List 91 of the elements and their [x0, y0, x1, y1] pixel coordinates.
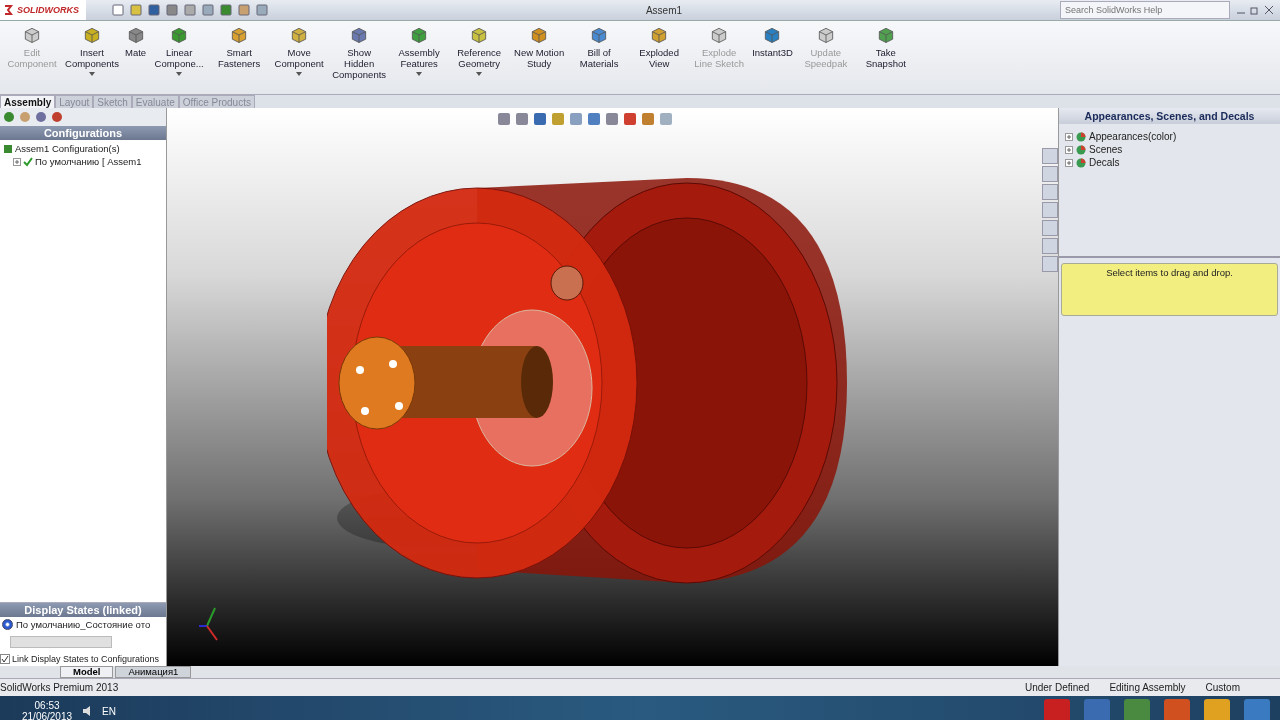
status-text: Editing Assembly	[1109, 682, 1186, 693]
viewport[interactable]	[167, 108, 1058, 666]
toolbar-icon[interactable]	[130, 4, 142, 16]
toolbar-icon[interactable]	[112, 4, 124, 16]
ribbon-button[interactable]: New Motion Study	[509, 25, 570, 69]
status-text: Under Defined	[1024, 682, 1090, 693]
tab[interactable]: Assembly	[0, 95, 56, 108]
search-field[interactable]: Search SolidWorks Help	[1060, 1, 1230, 19]
tree-item[interactable]: Decals	[1089, 156, 1120, 169]
caret-icon[interactable]	[416, 72, 423, 76]
tab[interactable]: Model	[60, 666, 114, 678]
cube-icon	[22, 25, 42, 45]
app-logo: SOLIDWORKS	[17, 5, 79, 15]
view-tool-icon[interactable]	[587, 112, 601, 126]
view-tool-icon[interactable]	[623, 112, 637, 126]
view-tool-icon[interactable]	[551, 112, 565, 126]
language-indicator[interactable]: EN	[102, 705, 116, 717]
close-icon[interactable]	[1264, 5, 1274, 15]
caret-icon[interactable]	[176, 72, 183, 76]
panel-title: Configurations	[0, 126, 166, 140]
task-pane-tab[interactable]	[1042, 166, 1058, 182]
ribbon-button[interactable]: Show Hidden Components	[329, 25, 390, 80]
ribbon-button[interactable]: Exploded View	[629, 25, 690, 69]
clock-date: 21/06/2013	[22, 711, 73, 720]
task-pane-tab[interactable]	[1042, 220, 1058, 236]
expand-icon[interactable]	[13, 157, 21, 166]
toolbar-icon[interactable]	[148, 4, 160, 16]
display-state-item[interactable]: По умолчанию_Состояние ото	[16, 619, 151, 630]
checkbox[interactable]	[0, 654, 10, 664]
status-text: SolidWorks Premium 2013	[0, 682, 120, 693]
ribbon-button[interactable]: Instant3D	[749, 25, 796, 58]
scrollbar[interactable]	[10, 636, 112, 648]
panel-title: Display States (linked)	[0, 603, 166, 617]
cube-icon	[82, 25, 102, 45]
caret-icon[interactable]	[89, 72, 95, 76]
task-pane-tab[interactable]	[1042, 184, 1058, 200]
globe-icon	[1076, 131, 1086, 142]
toolbar-icon[interactable]	[238, 4, 250, 16]
tree-item[interactable]: Scenes	[1089, 143, 1123, 156]
speaker-icon[interactable]	[82, 705, 93, 717]
view-tool-icon[interactable]	[497, 112, 511, 126]
globe-icon	[1076, 144, 1086, 155]
tree-item[interactable]: Assem1 Configuration(s)	[15, 142, 120, 155]
view-tool-icon[interactable]	[641, 112, 655, 126]
caret-icon[interactable]	[476, 72, 483, 76]
drop-hint: Select items to drag and drop.	[1061, 263, 1278, 316]
toolbar-icon[interactable]	[202, 4, 214, 16]
check-icon	[23, 156, 33, 167]
units-menu[interactable]: Custom	[1205, 682, 1240, 693]
expand-icon[interactable]	[1065, 158, 1073, 167]
checkbox-label: Link Display States to Configurations	[12, 654, 160, 664]
ribbon-button[interactable]: Move Component	[269, 25, 330, 76]
view-tool-icon[interactable]	[569, 112, 583, 126]
panel-tab-icon[interactable]	[19, 111, 31, 123]
tree-item[interactable]: Appearances(color)	[1089, 130, 1177, 143]
panel-tab-icon[interactable]	[35, 111, 47, 123]
caret-icon[interactable]	[296, 72, 303, 76]
globe-icon	[1076, 157, 1086, 168]
ribbon-button[interactable]: Reference Geometry	[449, 25, 510, 76]
task-pane-tab[interactable]	[1042, 256, 1058, 272]
ribbon-button[interactable]: Mate	[122, 25, 150, 58]
panel-tab-icon[interactable]	[51, 111, 63, 123]
radio-button[interactable]	[2, 619, 13, 630]
expand-icon[interactable]	[1065, 145, 1073, 154]
clock-time: 06:53	[34, 700, 60, 711]
panel-tab-icon[interactable]	[3, 111, 15, 123]
ribbon-button[interactable]: Linear Compone...	[149, 25, 210, 76]
toolbar-icon[interactable]	[166, 4, 178, 16]
window-title: Assem1	[644, 4, 684, 16]
logo-icon	[3, 4, 15, 16]
view-tool-icon[interactable]	[533, 112, 547, 126]
toolbar-icon[interactable]	[184, 4, 196, 16]
ribbon-button[interactable]: Bill of Materials	[569, 25, 630, 69]
ribbon-button[interactable]: Insert Components	[62, 25, 122, 76]
task-pane-tab[interactable]	[1042, 148, 1058, 164]
panel-title: Appearances, Scenes, and Decals	[1059, 108, 1280, 124]
tree-item[interactable]: По умолчанию [ Assem1	[35, 155, 142, 168]
ribbon-button[interactable]: Smart Fasteners	[209, 25, 270, 69]
configuration-icon	[3, 143, 13, 154]
restore-icon[interactable]	[1250, 5, 1260, 15]
ribbon-button[interactable]: Take Snapshot	[855, 25, 916, 69]
toolbar-icon[interactable]	[256, 4, 268, 16]
toolbar-icon[interactable]	[220, 4, 232, 16]
tab[interactable]: Анимация1	[115, 666, 192, 678]
expand-icon[interactable]	[1065, 132, 1073, 141]
view-tool-icon[interactable]	[515, 112, 529, 126]
ribbon-button[interactable]: Assembly Features	[389, 25, 450, 76]
view-tool-icon[interactable]	[605, 112, 619, 126]
task-pane-tab[interactable]	[1042, 238, 1058, 254]
task-pane-tab[interactable]	[1042, 202, 1058, 218]
view-tool-icon[interactable]	[659, 112, 673, 126]
